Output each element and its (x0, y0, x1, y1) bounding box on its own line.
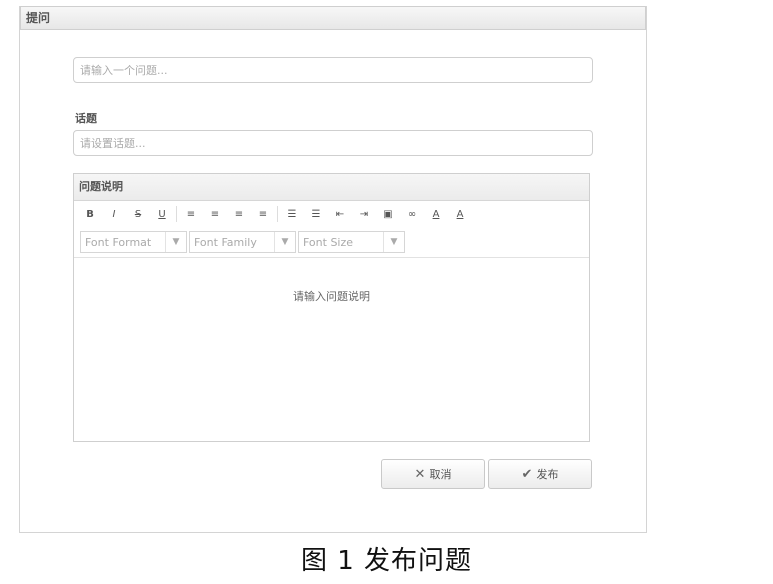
font-format-select[interactable]: Font Format ▼ (80, 231, 187, 253)
chevron-down-icon: ▼ (165, 232, 186, 252)
publish-button[interactable]: ✔ 发布 (488, 459, 592, 489)
background-color-icon[interactable]: A (450, 205, 470, 223)
unordered-list-icon[interactable]: ☰ (306, 205, 326, 223)
topic-label: 话题 (75, 112, 97, 125)
topic-input[interactable] (73, 130, 593, 156)
font-format-label: Font Format (85, 235, 152, 249)
image-icon[interactable]: ▣ (378, 205, 398, 223)
editor-title: 问题说明 (74, 174, 589, 201)
chevron-down-icon: ▼ (274, 232, 295, 252)
font-family-select[interactable]: Font Family ▼ (189, 231, 296, 253)
cancel-icon: ✕ (414, 466, 426, 482)
align-center-icon[interactable]: ≡ (205, 205, 225, 223)
editor-toolbar: B I S U ≡ ≡ ≡ ≡ ☰ ☰ ⇤ ⇥ ▣ ∞ A A (74, 201, 589, 227)
figure-caption: 图 1 发布问题 (300, 546, 473, 576)
toolbar-divider (176, 206, 177, 222)
bold-icon[interactable]: B (80, 205, 100, 223)
cancel-button[interactable]: ✕ 取消 (381, 459, 485, 489)
editor-placeholder: 请输入问题说明 (293, 290, 370, 303)
italic-icon[interactable]: I (104, 205, 124, 223)
publish-label: 发布 (536, 468, 559, 481)
align-left-icon[interactable]: ≡ (181, 205, 201, 223)
align-right-icon[interactable]: ≡ (229, 205, 249, 223)
chevron-down-icon: ▼ (383, 232, 404, 252)
ask-question-panel: 提问 话题 问题说明 B I S U ≡ ≡ ≡ ≡ ☰ ☰ ⇤ ⇥ ▣ ∞ A… (19, 6, 647, 533)
toolbar-divider (277, 206, 278, 222)
ordered-list-icon[interactable]: ☰ (282, 205, 302, 223)
indent-icon[interactable]: ⇥ (354, 205, 374, 223)
description-editor: 问题说明 B I S U ≡ ≡ ≡ ≡ ☰ ☰ ⇤ ⇥ ▣ ∞ A A Fon… (73, 173, 590, 442)
checkmark-icon: ✔ (521, 466, 533, 482)
panel-title: 提问 (20, 6, 646, 30)
format-selects: Font Format ▼ Font Family ▼ Font Size ▼ (74, 227, 589, 258)
font-family-label: Font Family (194, 235, 257, 249)
link-icon[interactable]: ∞ (402, 205, 422, 223)
underline-icon[interactable]: U (152, 205, 172, 223)
align-justify-icon[interactable]: ≡ (253, 205, 273, 223)
font-color-icon[interactable]: A (426, 205, 446, 223)
editor-content-area[interactable]: 请输入问题说明 (74, 258, 589, 304)
font-size-select[interactable]: Font Size ▼ (298, 231, 405, 253)
outdent-icon[interactable]: ⇤ (330, 205, 350, 223)
strikethrough-icon[interactable]: S (128, 205, 148, 223)
question-input[interactable] (73, 57, 593, 83)
font-size-label: Font Size (303, 235, 354, 249)
cancel-label: 取消 (429, 468, 452, 481)
